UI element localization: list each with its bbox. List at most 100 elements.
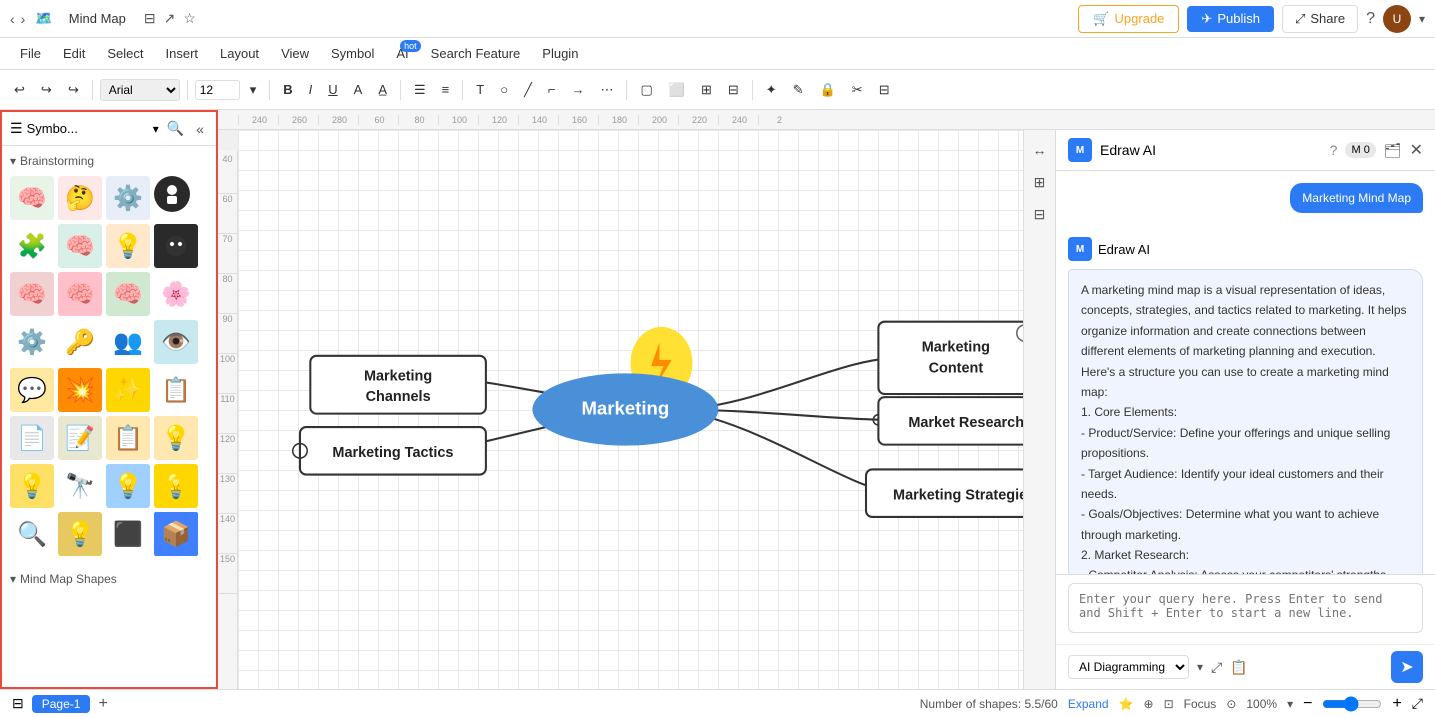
- forward-icon[interactable]: ›: [21, 11, 26, 27]
- marketing-content-node[interactable]: [878, 322, 1023, 394]
- symbol-item[interactable]: [154, 224, 198, 268]
- menu-symbol[interactable]: Symbol: [321, 42, 384, 65]
- help-icon[interactable]: ?: [1366, 10, 1375, 28]
- symbol-item[interactable]: 💡: [10, 464, 54, 508]
- font-color-button[interactable]: A: [348, 79, 369, 100]
- redo-button[interactable]: ↪: [35, 79, 58, 101]
- menu-select[interactable]: Select: [97, 42, 153, 65]
- right-panel-btn-2[interactable]: ⊞: [1028, 170, 1052, 194]
- expand-button[interactable]: Expand: [1068, 697, 1109, 711]
- ai-send-button[interactable]: ➤: [1391, 651, 1423, 683]
- zoom-out-button[interactable]: −: [1303, 695, 1312, 713]
- right-panel-btn-3[interactable]: ⊟: [1028, 202, 1052, 226]
- paint-button[interactable]: ○: [494, 79, 514, 100]
- symbol-item[interactable]: 🧠: [58, 224, 102, 268]
- lock-button[interactable]: 🔒: [814, 79, 842, 101]
- layer-icon[interactable]: ⊕: [1144, 697, 1154, 711]
- menu-ai[interactable]: AI hot: [386, 42, 418, 65]
- edit-button[interactable]: ✎: [787, 79, 810, 101]
- symbol-item[interactable]: 💡: [106, 224, 150, 268]
- symbol-item[interactable]: 🧠: [106, 272, 150, 316]
- ai-history-button[interactable]: 🗂: [1384, 142, 1402, 159]
- symbol-item[interactable]: 👥: [106, 320, 150, 364]
- ai-footer-btn-2[interactable]: 📋: [1230, 659, 1247, 676]
- symbol-item[interactable]: 🧠: [10, 176, 54, 220]
- symbol-item[interactable]: 📋: [106, 416, 150, 460]
- back-icon[interactable]: ‹: [10, 11, 15, 27]
- fullscreen-button[interactable]: ⤢: [1412, 695, 1423, 712]
- publish-button[interactable]: ✈ Publish: [1187, 6, 1274, 32]
- menu-search[interactable]: Search Feature: [421, 42, 531, 65]
- frame2-button[interactable]: ⬜: [663, 79, 691, 101]
- mindmap-shapes-header[interactable]: ▾ Mind Map Shapes: [10, 568, 208, 590]
- symbol-item[interactable]: 💡: [154, 464, 198, 508]
- symbol-item[interactable]: 👁️: [154, 320, 198, 364]
- symbol-item[interactable]: 📄: [10, 416, 54, 460]
- right-panel-btn-1[interactable]: ↔: [1028, 138, 1052, 162]
- symbol-item[interactable]: 💡: [106, 464, 150, 508]
- redo2-button[interactable]: ↩: [62, 79, 85, 101]
- symbol-item[interactable]: 💬: [10, 368, 54, 412]
- ai-mode-select[interactable]: AI Diagramming: [1068, 655, 1189, 679]
- panel-dropdown-icon[interactable]: ▾: [153, 122, 159, 136]
- symbol-collapse-button[interactable]: «: [192, 119, 208, 139]
- symbol-item[interactable]: 🔍: [10, 512, 54, 556]
- cut-button[interactable]: ✂: [846, 79, 869, 101]
- star-icon[interactable]: ☆: [183, 10, 196, 27]
- symbol-item[interactable]: 📦: [154, 512, 198, 556]
- dash-button[interactable]: ⋯: [594, 79, 619, 101]
- align-center-button[interactable]: ☰: [408, 79, 432, 101]
- symbol-item[interactable]: 🤔: [58, 176, 102, 220]
- avatar[interactable]: U: [1383, 5, 1411, 33]
- sparkle-button[interactable]: ✦: [760, 79, 783, 101]
- symbol-item[interactable]: 💥: [58, 368, 102, 412]
- font-size-down[interactable]: ▾: [244, 79, 263, 101]
- symbol-item[interactable]: ⚙️: [106, 176, 150, 220]
- ai-footer-btn-1[interactable]: ⤢: [1211, 659, 1222, 676]
- arrow-button[interactable]: →: [565, 79, 590, 100]
- layout-icon[interactable]: ⊟: [144, 10, 156, 27]
- text-button[interactable]: T: [470, 79, 490, 100]
- symbol-item[interactable]: 📋: [154, 368, 198, 412]
- menu-layout[interactable]: Layout: [210, 42, 269, 65]
- line-button[interactable]: ╱: [518, 79, 538, 101]
- focus-label[interactable]: Focus: [1184, 697, 1217, 711]
- font-size-input[interactable]: [195, 80, 240, 100]
- canvas-area[interactable]: Marketing Marketing Content i Market Res…: [238, 130, 1023, 689]
- symbol-item[interactable]: [154, 176, 190, 212]
- symbol-item[interactable]: ⚙️: [10, 320, 54, 364]
- italic-button[interactable]: I: [303, 79, 319, 100]
- brainstorming-header[interactable]: ▾ Brainstorming: [10, 150, 208, 172]
- ai-close-button[interactable]: ✕: [1410, 140, 1423, 160]
- symbol-item[interactable]: 🔑: [58, 320, 102, 364]
- symbol-item[interactable]: 📝: [58, 416, 102, 460]
- symbol-item[interactable]: 💡: [154, 416, 198, 460]
- symbol-item[interactable]: 🔭: [58, 464, 102, 508]
- page-layout-button[interactable]: ⊟: [12, 695, 24, 712]
- menu-file[interactable]: File: [10, 42, 51, 65]
- symbol-item[interactable]: 💡: [58, 512, 102, 556]
- frame-button[interactable]: ▢: [634, 79, 658, 101]
- zoom-slider[interactable]: [1322, 696, 1382, 712]
- zoom-in-button[interactable]: +: [1392, 695, 1401, 713]
- symbol-item[interactable]: 🧠: [10, 272, 54, 316]
- connector-button[interactable]: ⌐: [542, 79, 562, 100]
- underline-button[interactable]: U: [322, 79, 343, 100]
- align-more-button[interactable]: ≡: [436, 79, 456, 100]
- symbol-search-button[interactable]: 🔍: [163, 118, 188, 139]
- symbol-item[interactable]: 🌸: [154, 272, 198, 316]
- ai-help-icon[interactable]: ?: [1330, 142, 1338, 158]
- menu-edit[interactable]: Edit: [53, 42, 95, 65]
- share-button[interactable]: ⤢ Share: [1282, 5, 1358, 33]
- symbol-item[interactable]: 🧠: [58, 272, 102, 316]
- ai-mode-dropdown[interactable]: ▾: [1197, 660, 1203, 674]
- menu-insert[interactable]: Insert: [156, 42, 209, 65]
- grid-button[interactable]: ⊟: [722, 79, 745, 101]
- menu-plugin[interactable]: Plugin: [532, 42, 588, 65]
- ai-input-field[interactable]: [1068, 583, 1423, 633]
- zoom-dropdown[interactable]: ▾: [1287, 697, 1293, 711]
- add-page-button[interactable]: +: [98, 695, 107, 713]
- table-button[interactable]: ⊞: [695, 79, 718, 101]
- upgrade-button[interactable]: 🛒 Upgrade: [1078, 5, 1179, 33]
- undo-button[interactable]: ↩: [8, 79, 31, 101]
